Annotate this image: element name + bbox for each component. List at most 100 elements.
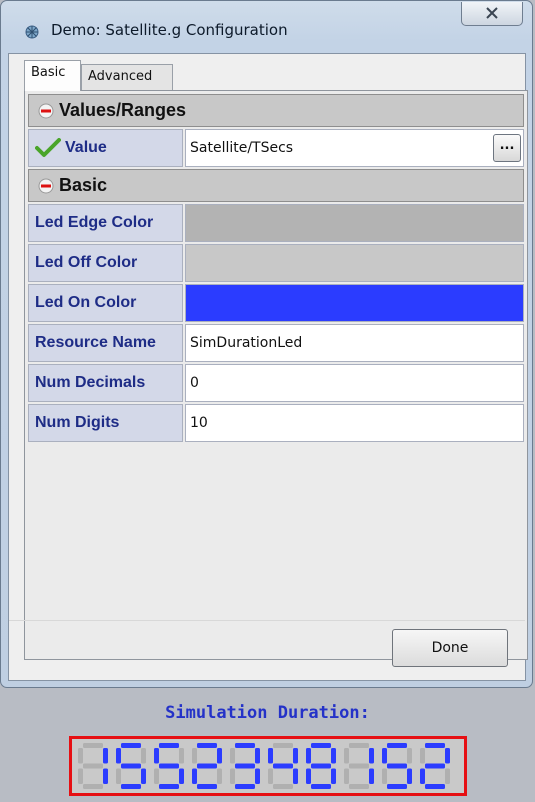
led-segment: [407, 748, 412, 764]
led-segment: [387, 784, 407, 789]
led-segment: [425, 784, 445, 789]
led-digits: [78, 743, 450, 789]
led-segment: [197, 763, 217, 769]
led-segment: [179, 768, 184, 784]
tab-advanced[interactable]: Advanced: [81, 64, 173, 90]
led-segment: [445, 748, 450, 764]
led-off-color-swatch[interactable]: [185, 244, 524, 282]
led-segment: [235, 763, 255, 769]
led-segment: [349, 784, 369, 789]
led-segment: [387, 763, 407, 769]
led-segment: [268, 768, 273, 784]
led-segment: [159, 743, 179, 748]
property-label: Value: [28, 129, 183, 167]
led-segment: [159, 784, 179, 789]
led-segment: [344, 768, 349, 784]
led-segment: [425, 763, 445, 769]
led-segment: [192, 768, 197, 784]
led-segment: [197, 784, 217, 789]
configuration-window: Demo: Satellite.g Configuration Basic Ad…: [0, 0, 533, 688]
led-segment: [83, 763, 103, 769]
led-segment: [103, 748, 108, 764]
led-digit: [116, 743, 146, 789]
led-segment: [217, 748, 222, 764]
led-segment: [268, 748, 273, 764]
led-segment: [420, 748, 425, 764]
browse-button[interactable]: ...: [493, 134, 521, 162]
led-segment: [235, 743, 255, 748]
led-edge-color-label: Led Edge Color: [28, 204, 183, 242]
dialog-footer: Done: [9, 620, 525, 681]
led-segment: [154, 748, 159, 764]
section-title: Values/Ranges: [59, 100, 187, 120]
led-segment: [306, 748, 311, 764]
led-digit: [306, 743, 336, 789]
led-segment: [293, 768, 298, 784]
led-segment: [445, 768, 450, 784]
tab-basic[interactable]: Basic: [24, 60, 81, 91]
led-digit: [154, 743, 184, 789]
led-segment: [273, 743, 293, 748]
led-edge-color-swatch[interactable]: [185, 204, 524, 242]
led-digit: [78, 743, 108, 789]
property-row-value: Value Satellite/TSecs ...: [28, 129, 524, 167]
led-digit: [230, 743, 260, 789]
section-title: Basic: [59, 175, 108, 195]
property-panel: Values/Ranges Value Satellite/TSecs ...: [24, 90, 528, 660]
led-off-color-label: Led Off Color: [28, 244, 183, 282]
led-segment: [425, 743, 445, 748]
collapse-icon[interactable]: [37, 102, 55, 120]
led-segment: [344, 748, 349, 764]
section-values-ranges[interactable]: Values/Ranges: [28, 94, 524, 127]
title-bar[interactable]: Demo: Satellite.g Configuration: [1, 1, 532, 51]
led-segment: [197, 743, 217, 748]
led-segment: [78, 748, 83, 764]
value-text: Satellite/TSecs: [190, 140, 294, 156]
led-segment: [255, 768, 260, 784]
collapse-icon[interactable]: [37, 177, 55, 195]
close-x-icon: [486, 7, 498, 19]
value-field[interactable]: Satellite/TSecs ...: [185, 129, 524, 167]
led-segment: [230, 768, 235, 784]
led-segment: [382, 768, 387, 784]
resource-name-label: Resource Name: [28, 324, 183, 362]
num-decimals-field[interactable]: 0: [185, 364, 524, 402]
section-basic[interactable]: Basic: [28, 169, 524, 202]
led-segment: [369, 748, 374, 764]
property-grid: Values/Ranges Value Satellite/TSecs ...: [28, 94, 524, 444]
done-button[interactable]: Done: [392, 629, 508, 667]
led-segment: [121, 763, 141, 769]
led-segment: [311, 763, 331, 769]
led-segment: [141, 748, 146, 764]
led-digit: [192, 743, 222, 789]
led-segment: [420, 768, 425, 784]
resource-name-field[interactable]: SimDurationLed: [185, 324, 524, 362]
led-segment: [311, 743, 331, 748]
led-digit: [382, 743, 412, 789]
led-segment: [116, 768, 121, 784]
close-button[interactable]: [461, 2, 523, 26]
property-row-resource-name: Resource Name SimDurationLed: [28, 324, 524, 362]
led-digit: [344, 743, 374, 789]
led-segment: [235, 784, 255, 789]
led-segment: [121, 784, 141, 789]
led-segment: [255, 748, 260, 764]
led-segment: [349, 763, 369, 769]
app-icon: [25, 25, 39, 39]
dialog-body: Basic Advanced Values/Ranges Value Satel…: [8, 53, 528, 681]
led-segment: [78, 768, 83, 784]
led-segment: [154, 768, 159, 784]
display-caption: Simulation Duration:: [165, 703, 370, 723]
led-segment: [273, 763, 293, 769]
led-segment: [192, 748, 197, 764]
checkmark-icon: [35, 138, 61, 157]
led-segment: [306, 768, 311, 784]
led-segment: [116, 748, 121, 764]
led-segment: [103, 768, 108, 784]
num-digits-field[interactable]: 10: [185, 404, 524, 442]
led-segment: [179, 748, 184, 764]
led-segment: [331, 768, 336, 784]
led-on-color-swatch[interactable]: [185, 284, 524, 322]
property-row-led-on-color: Led On Color: [28, 284, 524, 322]
led-segment: [369, 768, 374, 784]
